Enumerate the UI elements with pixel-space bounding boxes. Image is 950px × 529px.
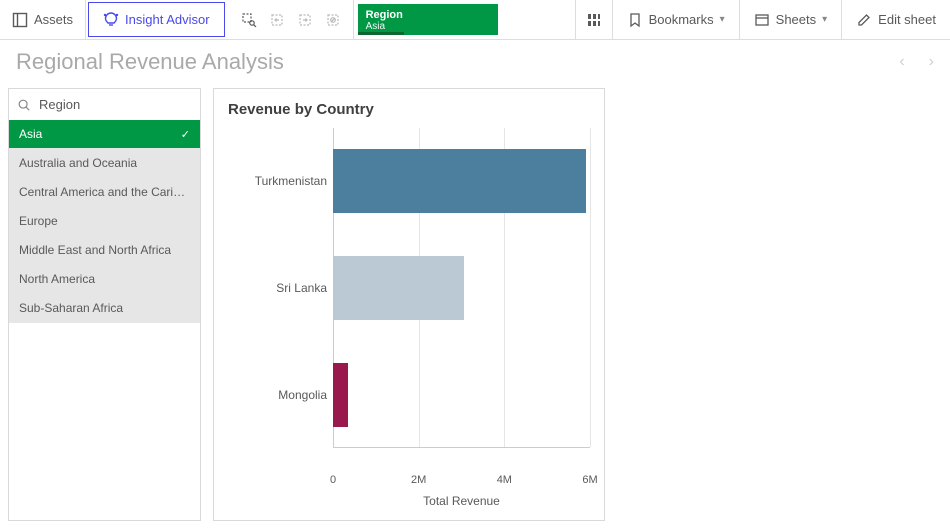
selection-tag-title: Region: [366, 9, 490, 21]
chart-plot: TurkmenistanSri LankaMongolia 02M4M6M To…: [228, 128, 590, 508]
bookmark-icon: [627, 12, 643, 28]
filter-item[interactable]: Asia ✓: [9, 120, 200, 149]
filter-list: Asia ✓ Australia and Oceania Central Americ…: [9, 120, 200, 323]
filter-item-label: Sub-Saharan Africa: [19, 301, 123, 315]
x-tick-label: 0: [330, 474, 336, 486]
insight-advisor-button[interactable]: Insight Advisor: [88, 2, 225, 37]
filter-header[interactable]: Region: [9, 89, 200, 120]
filter-item-label: Central America and the Cari…: [19, 185, 185, 199]
chevron-down-icon: ▾: [720, 14, 725, 25]
assets-label: Assets: [34, 12, 73, 27]
filter-item-label: Asia: [19, 127, 42, 141]
toolbar-left: Assets Insight Advisor: [0, 0, 498, 39]
selection-tools: [229, 0, 354, 39]
assets-icon: [12, 12, 28, 28]
x-tick-label: 2M: [411, 474, 426, 486]
filter-item[interactable]: Sub-Saharan Africa: [9, 294, 200, 323]
insight-advisor-label: Insight Advisor: [125, 12, 210, 27]
chevron-down-icon: ▾: [822, 14, 827, 25]
titlebar: Regional Revenue Analysis ‹ ›: [0, 40, 950, 84]
bar[interactable]: [333, 363, 348, 427]
selections-tool-button[interactable]: [575, 0, 612, 39]
sheets-button[interactable]: Sheets ▾: [739, 0, 842, 39]
filter-item[interactable]: North America: [9, 265, 200, 294]
x-axis-ticks: 02M4M6M: [333, 474, 590, 490]
chart-title: Revenue by Country: [228, 101, 590, 118]
filter-field-label: Region: [39, 97, 80, 112]
bars-grid: [333, 128, 590, 448]
chart-card[interactable]: Revenue by Country Turkmenistan Sri Lanka…: [213, 88, 605, 521]
sheets-label: Sheets: [776, 12, 816, 27]
edit-sheet-label: Edit sheet: [878, 12, 936, 27]
filter-item[interactable]: Middle East and North Africa: [9, 236, 200, 265]
filter-item-label: North America: [19, 272, 95, 286]
check-icon: ✓: [181, 128, 190, 141]
bar[interactable]: [333, 149, 586, 213]
insight-icon: [103, 12, 119, 28]
toolbar-right: Bookmarks ▾ Sheets ▾ Edit sheet: [575, 0, 950, 39]
x-axis-label: Total Revenue: [333, 494, 590, 508]
bookmarks-label: Bookmarks: [649, 12, 714, 27]
edit-icon: [856, 12, 872, 28]
workspace: Region Asia ✓ Australia and Oceania Central…: [0, 84, 950, 529]
gridline: [590, 128, 591, 447]
y-axis-labels: Turkmenistan Sri Lanka Mongolia: [228, 128, 333, 448]
filter-item[interactable]: Europe: [9, 207, 200, 236]
next-sheet-button[interactable]: ›: [929, 53, 934, 71]
step-back-icon[interactable]: [263, 0, 291, 40]
x-tick-label: 6M: [582, 474, 597, 486]
y-tick-label: Mongolia: [278, 388, 327, 402]
prev-sheet-button[interactable]: ‹: [899, 53, 904, 71]
edit-sheet-button[interactable]: Edit sheet: [841, 0, 950, 39]
filter-item-label: Europe: [19, 214, 58, 228]
page-title: Regional Revenue Analysis: [16, 49, 284, 75]
toolbar: Assets Insight Advisor: [0, 0, 950, 40]
smart-search-icon[interactable]: [235, 0, 263, 40]
filter-item-label: Middle East and North Africa: [19, 243, 171, 257]
bar[interactable]: [333, 256, 464, 320]
filter-pane[interactable]: Region Asia ✓ Australia and Oceania Central…: [8, 88, 201, 521]
selection-tag-value: Asia: [366, 21, 490, 33]
filter-item[interactable]: Central America and the Cari…: [9, 178, 200, 207]
assets-button[interactable]: Assets: [0, 0, 86, 39]
selections-grid-icon: [586, 12, 602, 28]
filter-item[interactable]: Australia and Oceania: [9, 149, 200, 178]
y-tick-label: Turkmenistan: [255, 174, 327, 188]
filter-item-label: Australia and Oceania: [19, 156, 137, 170]
y-tick-label: Sri Lanka: [276, 281, 327, 295]
sheet-nav-arrows: ‹ ›: [899, 53, 934, 71]
plot-area: Turkmenistan Sri Lanka Mongolia: [228, 128, 590, 470]
toolbar-spacer: [498, 0, 575, 39]
bookmarks-button[interactable]: Bookmarks ▾: [612, 0, 739, 39]
step-forward-icon[interactable]: [291, 0, 319, 40]
search-icon: [17, 98, 31, 112]
x-tick-label: 4M: [497, 474, 512, 486]
sheets-icon: [754, 12, 770, 28]
selection-tag-region[interactable]: Region Asia: [358, 4, 498, 35]
clear-selections-icon[interactable]: [319, 0, 347, 40]
selection-tag-underline: [358, 32, 404, 35]
